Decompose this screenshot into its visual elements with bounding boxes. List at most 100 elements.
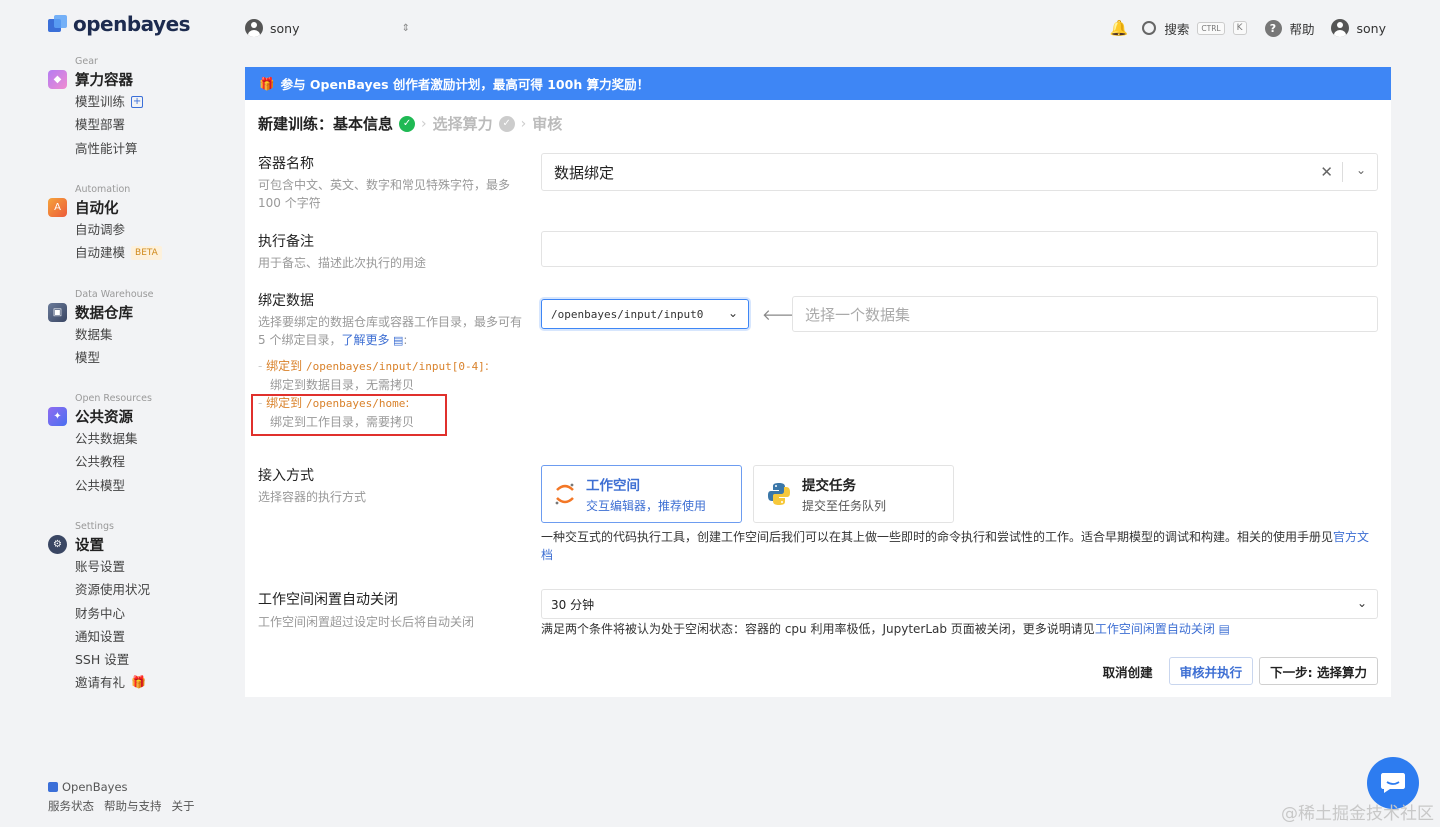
- logo-icon: [48, 14, 67, 34]
- nav-caption: Data Warehouse: [75, 289, 154, 300]
- chevron-right-icon: ›: [421, 115, 427, 132]
- nav-head-label: 设置: [75, 537, 104, 554]
- sidebar-item-notifications[interactable]: 通知设置: [75, 625, 150, 648]
- footer-link-help[interactable]: 帮助与支持: [104, 798, 162, 814]
- bind-rule-input: - 绑定到 /openbayes/input/input[0-4]: 绑定到数据…: [258, 357, 533, 394]
- note-input[interactable]: [541, 231, 1378, 267]
- nav-item-label: 账号设置: [75, 559, 126, 574]
- avatar[interactable]: [1330, 19, 1349, 37]
- idle-explain-text: 满足两个条件将被认为处于空闲状态：容器的 cpu 利用率极低，JupyterLa…: [541, 622, 1095, 636]
- sidebar-item-invite[interactable]: 邀请有礼 🎁: [75, 671, 150, 694]
- sidebar-item-public-datasets[interactable]: 公共数据集: [75, 427, 152, 450]
- nav-item-label: 通知设置: [75, 628, 126, 644]
- nav-head-settings[interactable]: ⚙ 设置: [48, 533, 150, 555]
- doc-icon: ▤: [389, 334, 404, 347]
- nav-item-label: SSH 设置: [75, 652, 130, 668]
- review-execute-button[interactable]: 审核并执行: [1168, 657, 1254, 685]
- chevron-down-icon: ⌄: [1356, 596, 1367, 610]
- python-icon: [768, 483, 790, 505]
- container-name-label: 容器名称: [258, 156, 314, 172]
- footer-link-about[interactable]: 关于: [172, 798, 195, 814]
- learn-more-link[interactable]: 了解更多: [341, 333, 389, 347]
- nav-section-automation: Automation A 自动化 自动调参 自动建模 BETA: [48, 184, 162, 265]
- access-mode-label: 接入方式: [258, 468, 314, 484]
- rule-path: /openbayes/input/input[0-4]: [306, 360, 485, 373]
- idle-duration-select[interactable]: 30 分钟 ⌄: [541, 589, 1378, 619]
- brand-name: openbayes: [73, 12, 191, 36]
- mode-task-option[interactable]: 提交任务 提交至任务队列: [753, 465, 954, 523]
- sidebar-item-deploy[interactable]: 模型部署: [75, 113, 143, 136]
- idle-explain: 满足两个条件将被认为处于空闲状态：容器的 cpu 利用率极低，JupyterLa…: [541, 620, 1230, 638]
- nav-item-label: 自动调参: [75, 222, 126, 237]
- user-name[interactable]: sony: [1357, 21, 1386, 36]
- mode-title: 工作空间: [586, 478, 640, 494]
- help-icon[interactable]: ?: [1264, 19, 1282, 37]
- sidebar-item-autotune[interactable]: 自动调参: [75, 218, 162, 241]
- search-label[interactable]: 搜索: [1164, 19, 1189, 38]
- mode-workspace-option[interactable]: 工作空间 交互编辑器，推荐使用: [541, 465, 742, 523]
- next-step-button[interactable]: 下一步: 选择算力: [1259, 657, 1378, 685]
- jupyter-icon: [555, 483, 574, 505]
- bell-icon[interactable]: 🔔: [1110, 19, 1129, 37]
- sidebar-item-public-models[interactable]: 公共模型: [75, 474, 152, 497]
- database-icon: ▣: [48, 302, 67, 322]
- topbar-right: 🔔 搜索 CTRL K ? 帮助 sony: [1110, 16, 1386, 40]
- sidebar-item-ssh[interactable]: SSH 设置: [75, 648, 150, 671]
- promo-banner[interactable]: 🎁 参与 OpenBayes 创作者激励计划，最高可得 100h 算力奖励！: [245, 67, 1391, 100]
- step-current: 新建训练：基本信息: [258, 115, 394, 133]
- sidebar-item-automodel[interactable]: 自动建模 BETA: [75, 241, 162, 264]
- idle-duration-value: 30 分钟: [551, 597, 595, 612]
- bind-data-desc: 选择要绑定的数据仓库或容器工作目录，最多可有 5 个绑定目录，了解更多 ▤:: [258, 315, 523, 347]
- nav-head-label: 数据仓库: [75, 305, 133, 322]
- chevron-right-icon: ›: [520, 115, 527, 132]
- bind-path-value: /openbayes/input/input0: [551, 307, 704, 321]
- sidebar: openbayes Gear ◆ 算力容器 模型训练 + 模型部署 高性能计算 A…: [0, 0, 230, 827]
- nav-head-compute[interactable]: ◆ 算力容器: [48, 68, 143, 90]
- idle-docs-link[interactable]: 工作空间闲置自动关闭: [1095, 622, 1215, 636]
- nav-item-label: 公共教程: [75, 454, 126, 470]
- step-review: 审核: [532, 115, 563, 133]
- mode-title: 提交任务: [802, 478, 856, 494]
- sidebar-item-models[interactable]: 模型: [75, 346, 154, 369]
- workspace-user-name: sony: [270, 20, 300, 36]
- access-mode-desc: 选择容器的执行方式: [258, 490, 367, 504]
- rule-desc: 绑定到数据目录，无需拷贝: [270, 378, 415, 392]
- mode-subtitle: 提交至任务队列: [802, 499, 887, 513]
- nav-item-label: 高性能计算: [75, 140, 138, 156]
- clear-icon[interactable]: ✕: [1320, 163, 1333, 181]
- dataset-select[interactable]: 选择一个数据集: [792, 296, 1378, 332]
- footer-link-status[interactable]: 服务状态: [48, 798, 94, 814]
- nav-head-label: 算力容器: [75, 72, 133, 89]
- sidebar-item-public-tutorials[interactable]: 公共教程: [75, 450, 152, 473]
- sidebar-item-finance[interactable]: 财务中心: [75, 602, 150, 625]
- nav-section-public: Open Resources ✦ 公共资源 公共数据集 公共教程 公共模型: [48, 393, 152, 497]
- sidebar-item-usage[interactable]: 资源使用状况: [75, 578, 150, 601]
- workspace-switcher[interactable]: sony ⇕: [245, 16, 410, 40]
- add-icon[interactable]: +: [131, 95, 144, 108]
- nav-head-label: 自动化: [75, 200, 119, 217]
- sidebar-item-hpc[interactable]: 高性能计算: [75, 137, 143, 160]
- search-icon[interactable]: [1142, 21, 1157, 35]
- logo-icon: [48, 782, 58, 792]
- nav-head-warehouse[interactable]: ▣ 数据仓库: [48, 301, 154, 323]
- nav-head-public[interactable]: ✦ 公共资源: [48, 405, 152, 427]
- public-resources-icon: ✦: [48, 406, 67, 426]
- nav-head-automation[interactable]: A 自动化: [48, 196, 162, 218]
- nav-item-label: 自动建模: [75, 245, 126, 261]
- note-label: 执行备注: [258, 234, 314, 250]
- brand-logo[interactable]: openbayes: [48, 12, 191, 36]
- container-icon: ◆: [48, 69, 67, 89]
- container-name-input[interactable]: 数据绑定 ✕ ⌄: [541, 153, 1378, 191]
- cancel-button[interactable]: 取消创建: [1093, 657, 1163, 685]
- gift-icon: 🎁: [259, 75, 275, 91]
- nav-item-label: 公共数据集: [75, 431, 138, 446]
- chevron-down-icon[interactable]: ⌄: [1356, 163, 1366, 177]
- sidebar-item-account[interactable]: 账号设置: [75, 555, 150, 578]
- sidebar-item-datasets[interactable]: 数据集: [75, 323, 154, 346]
- promo-banner-text: 参与 OpenBayes 创作者激励计划，最高可得 100h 算力奖励！: [280, 77, 650, 92]
- help-label[interactable]: 帮助: [1290, 19, 1315, 38]
- bind-data-label: 绑定数据: [258, 293, 314, 309]
- nav-section-settings: Settings ⚙ 设置 账号设置 资源使用状况 财务中心 通知设置 SSH …: [48, 521, 150, 695]
- bind-path-select[interactable]: /openbayes/input/input0 ⌄: [541, 299, 749, 329]
- sidebar-item-training[interactable]: 模型训练 +: [75, 90, 144, 113]
